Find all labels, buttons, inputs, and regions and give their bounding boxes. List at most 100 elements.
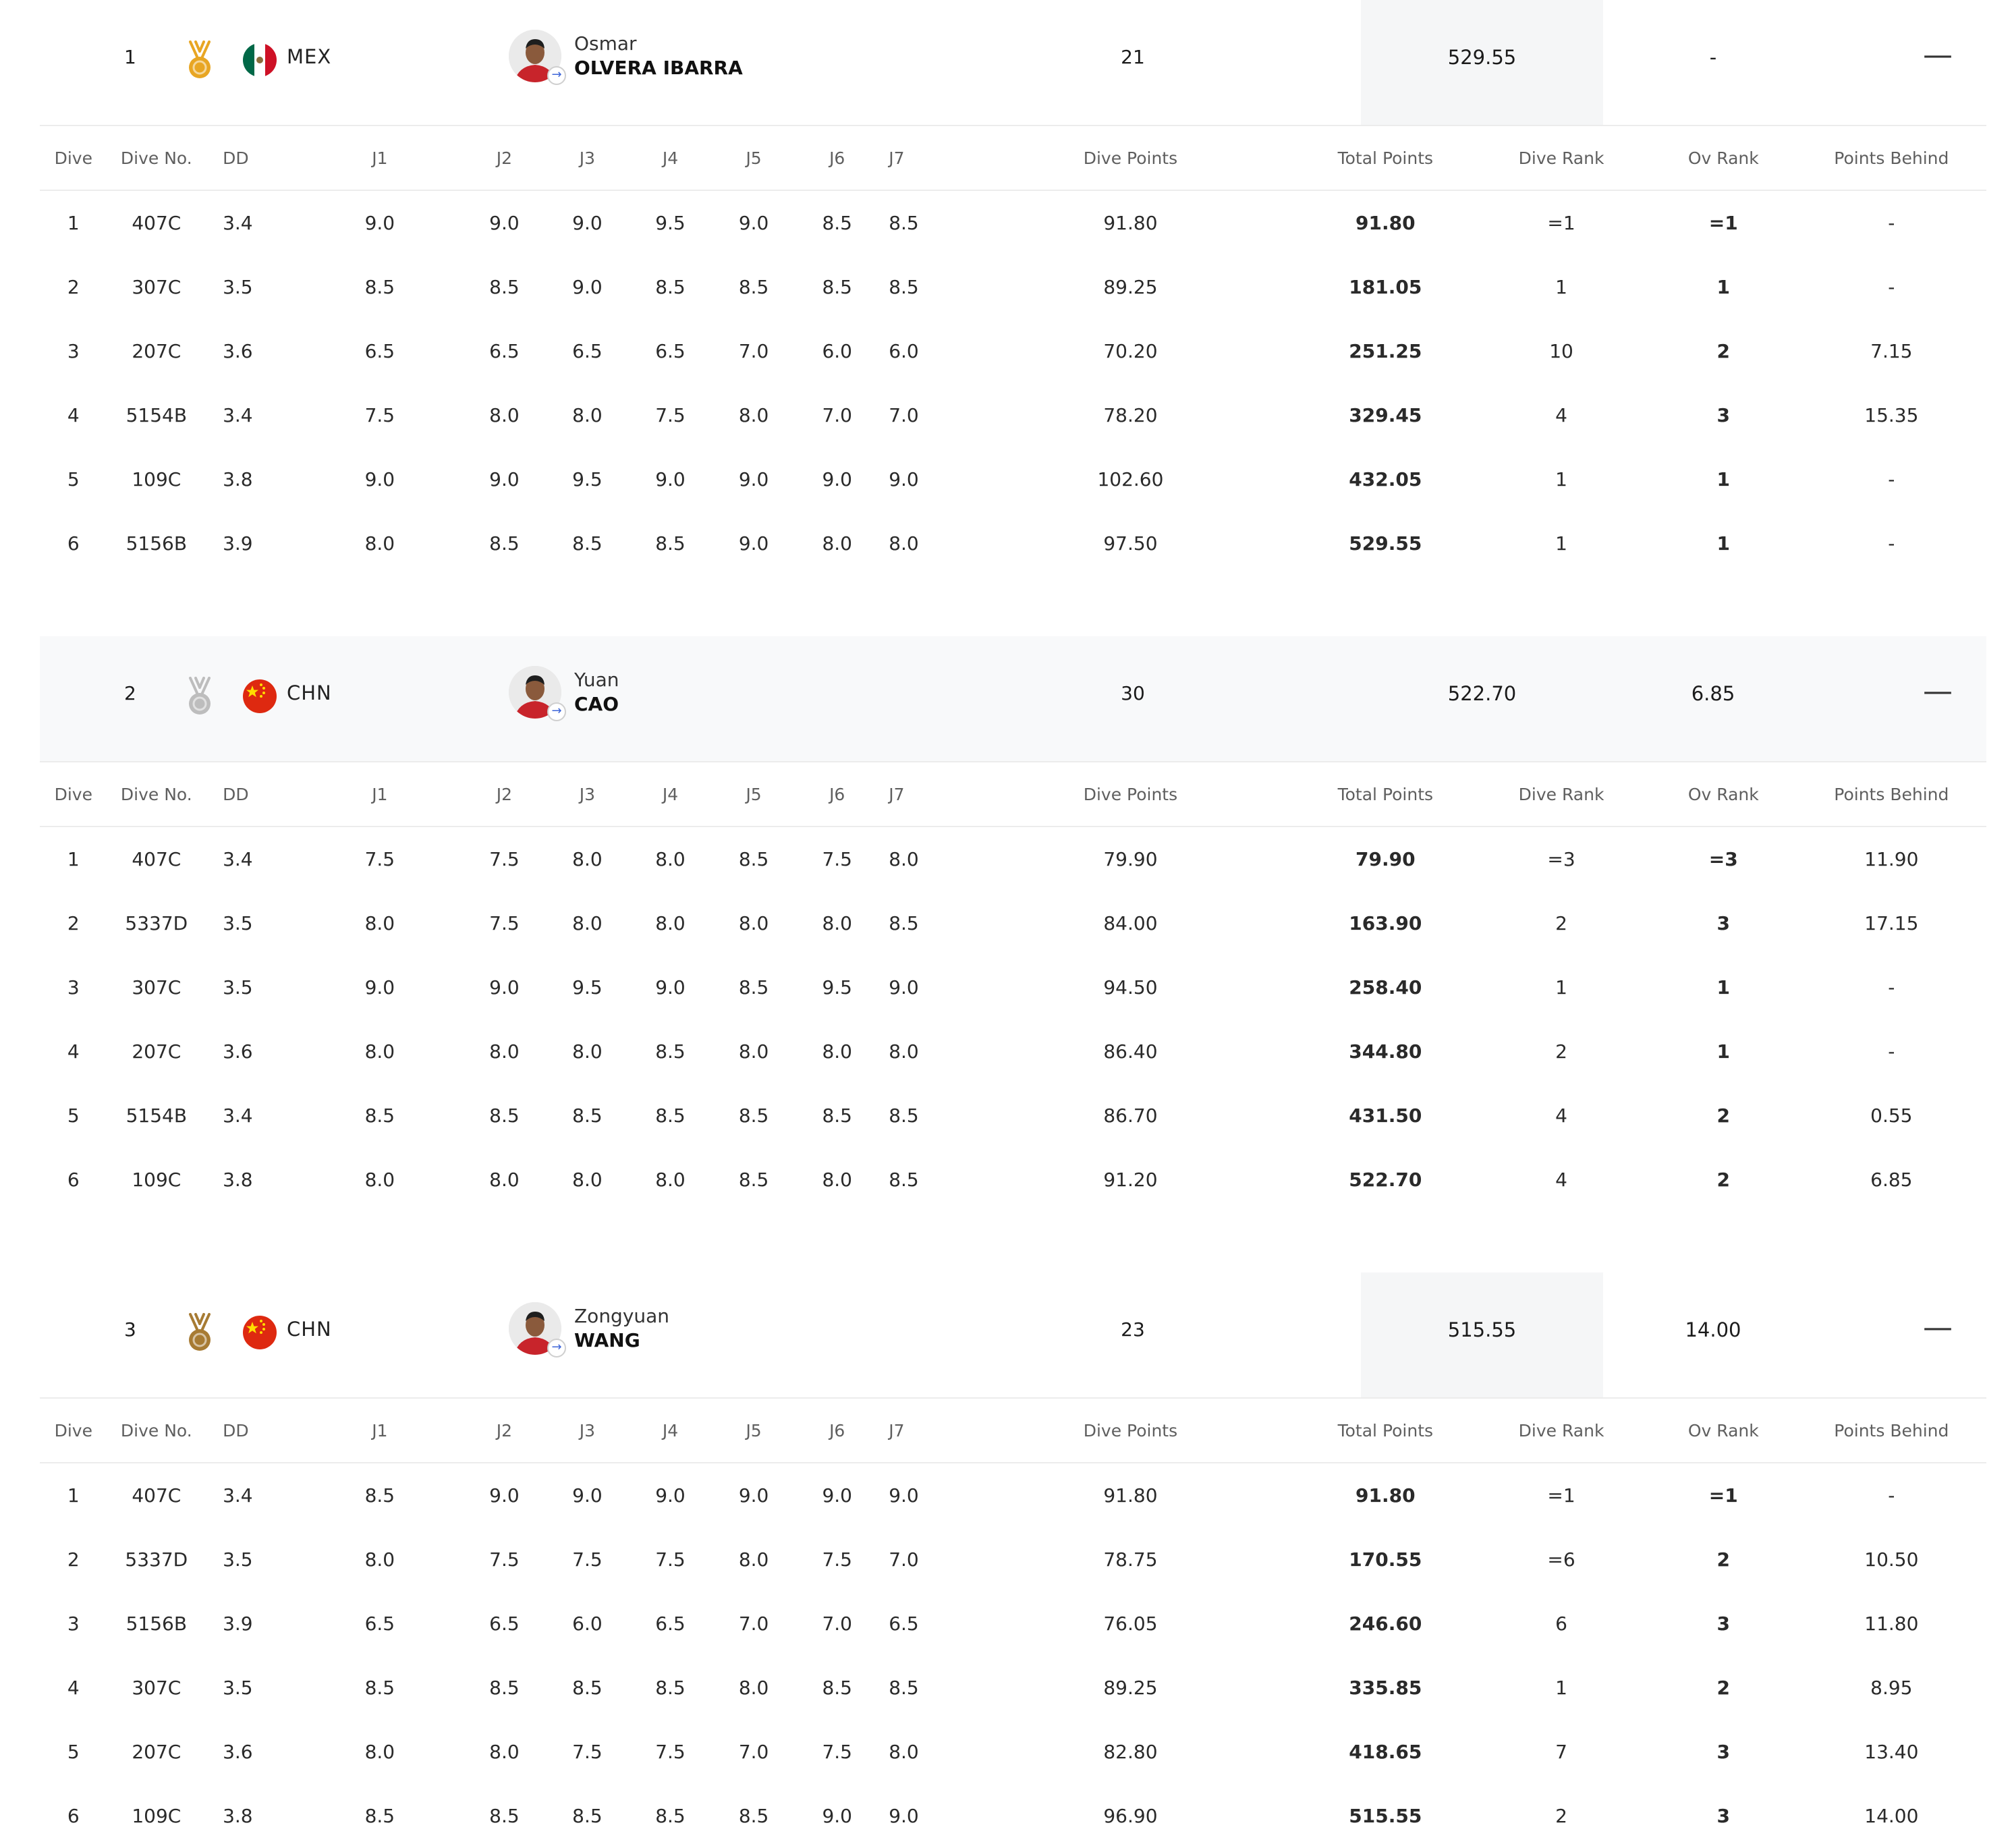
dive-cell: 307C: [132, 276, 181, 298]
dive-cell: 3.8: [223, 468, 253, 491]
dive-cell: 86.70: [1103, 1104, 1158, 1127]
column-header: J7: [878, 126, 963, 191]
athlete-summary-row[interactable]: 3 CHN → Zongyuan WANG 23 515.55 14.00 —: [40, 1272, 1986, 1399]
athlete-last-name[interactable]: WANG: [574, 1329, 640, 1351]
column-header: Total Points: [1298, 1399, 1473, 1463]
dive-cell: 6.5: [489, 340, 520, 362]
collapse-toggle-button[interactable]: —: [1920, 671, 1955, 712]
athlete-profile-arrow-icon[interactable]: →: [547, 1339, 566, 1357]
dive-cell: -: [1888, 212, 1895, 234]
dive-cell: 3.9: [223, 532, 253, 555]
total-points: 515.55: [1447, 1318, 1517, 1341]
dive-cell: 2: [1716, 340, 1731, 362]
dive-cell: 8.0: [489, 1741, 520, 1763]
dive-cell: 70.20: [1103, 340, 1158, 362]
column-header: J6: [795, 126, 879, 191]
dive-row: 6 5156B 3.9 8.0 8.5 8.5 8.5 9.0 8.0 8.0 97.50 529.5…: [40, 511, 1986, 576]
dive-row: 6 109C 3.8 8.0 8.0 8.0 8.0 8.5 8.0 8.5 91.20 522.70…: [40, 1148, 1986, 1212]
dive-cell: 258.40: [1349, 976, 1422, 999]
dive-cell: 207C: [132, 340, 181, 362]
dive-cell: 6.5: [364, 1613, 395, 1635]
dive-cell: 8.5: [364, 1484, 395, 1507]
dive-cell: =1: [1547, 212, 1575, 234]
dive-cell: 432.05: [1349, 468, 1422, 491]
dive-cell: 3.5: [223, 276, 253, 298]
column-header: J1: [296, 762, 463, 827]
dive-cell: 1: [1555, 976, 1567, 999]
column-header: Dive Rank: [1472, 762, 1650, 827]
dive-cell: 8.5: [738, 1104, 769, 1127]
dive-cell: 7.5: [655, 1548, 686, 1571]
dive-cell: 1: [1555, 532, 1567, 555]
column-header: Ov Rank: [1650, 1399, 1797, 1463]
dive-cell: 7.5: [364, 848, 395, 870]
dive-cell: 17.15: [1864, 912, 1919, 934]
dive-cell: 307C: [132, 1677, 181, 1699]
dive-cell: 3.9: [223, 1613, 253, 1635]
dive-cell: 8.5: [655, 1104, 686, 1127]
dive-details-table: Dive Dive No. DD J1 J2 J3 J4 J5 J6 J7 Dive Points T…: [40, 762, 1986, 1212]
dive-row: 1 407C 3.4 9.0 9.0 9.0 9.5 9.0 8.5 8.5 91.80 91.80 =…: [40, 190, 1986, 255]
rank: 1: [124, 46, 136, 68]
dive-cell: 1: [1555, 468, 1567, 491]
athlete-summary-row[interactable]: 1 MEX → Osmar OLVERA IBARRA 21 529.55 - —: [40, 0, 1986, 126]
dive-cell: 8.0: [572, 1040, 603, 1063]
athlete-block: 1 MEX → Osmar OLVERA IBARRA 21 529.55- — Dive D…: [40, 0, 1986, 636]
dive-cell: 1: [1716, 532, 1731, 555]
column-header: J2: [462, 1399, 546, 1463]
dive-cell: 7.5: [572, 1548, 603, 1571]
athlete-first-name[interactable]: Zongyuan: [574, 1305, 669, 1327]
athlete-summary-row[interactable]: 2 CHN → Yuan CAO 30 522.70 6.85 —: [40, 636, 1986, 762]
dive-cell: 181.05: [1349, 276, 1422, 298]
athlete-last-name[interactable]: CAO: [574, 693, 619, 715]
dive-cell: 8.0: [738, 1677, 769, 1699]
dive-cell: -: [1888, 276, 1895, 298]
dive-cell: 91.80: [1356, 1484, 1416, 1507]
dive-cell: 3: [1716, 404, 1731, 426]
dive-cell: 9.0: [889, 1484, 919, 1507]
dive-cell: 8.0: [489, 1169, 520, 1191]
dive-cell: 7.5: [572, 1741, 603, 1763]
dive-cell: 76.05: [1103, 1613, 1158, 1635]
dive-cell: 8.5: [822, 1677, 852, 1699]
athlete-first-name[interactable]: Osmar: [574, 32, 637, 55]
dive-cell: 8.5: [889, 1169, 919, 1191]
dive-cell: 207C: [132, 1741, 181, 1763]
athlete-profile-arrow-icon[interactable]: →: [547, 66, 566, 85]
dive-cell: 7.0: [822, 404, 852, 426]
athlete-first-name[interactable]: Yuan: [574, 669, 619, 691]
dive-row: 4 307C 3.5 8.5 8.5 8.5 8.5 8.0 8.5 8.5 89.25 335.85…: [40, 1656, 1986, 1720]
athlete-profile-arrow-icon[interactable]: →: [547, 702, 566, 721]
dive-cell: 8.5: [822, 212, 852, 234]
athlete-last-name[interactable]: OLVERA IBARRA: [574, 57, 743, 79]
dive-cell: 1: [1555, 1677, 1567, 1699]
dive-cell: 6.5: [889, 1613, 919, 1635]
athlete-block: 3 CHN → Zongyuan WANG 23 515.55 14.00— Dive Div…: [40, 1272, 1986, 1848]
dive-cell: 4: [67, 404, 80, 426]
dive-cell: 9.0: [489, 468, 520, 491]
column-header: Dive: [40, 1399, 107, 1463]
dive-cell: 9.0: [655, 468, 686, 491]
silver-medal-icon: [185, 677, 215, 717]
collapse-toggle-button[interactable]: —: [1920, 35, 1955, 76]
dive-cell: 344.80: [1349, 1040, 1422, 1063]
dive-row: 5 207C 3.6 8.0 8.0 7.5 7.5 7.0 7.5 8.0 82.80 418.65…: [40, 1720, 1986, 1784]
dive-cell: 6.5: [655, 340, 686, 362]
dive-cell: 2: [67, 912, 80, 934]
collapse-toggle-button[interactable]: —: [1920, 1308, 1955, 1348]
dive-cell: 102.60: [1097, 468, 1164, 491]
column-header: J4: [628, 1399, 712, 1463]
dive-cell: 5337D: [125, 1548, 188, 1571]
dive-header-row: Dive Dive No. DD J1 J2 J3 J4 J5 J6 J7 Dive Points T…: [40, 762, 1986, 827]
column-header: J7: [878, 1399, 963, 1463]
dive-row: 6 109C 3.8 8.5 8.5 8.5 8.5 8.5 9.0 9.0 96.90 515.55…: [40, 1784, 1986, 1848]
dive-header-row: Dive Dive No. DD J1 J2 J3 J4 J5 J6 J7 Dive Points T…: [40, 1399, 1986, 1463]
dive-cell: 8.0: [889, 848, 919, 870]
points-behind: 14.00: [1685, 1318, 1741, 1341]
dive-cell: 7: [1555, 1741, 1567, 1763]
dive-cell: 91.20: [1103, 1169, 1158, 1191]
column-header: J3: [545, 762, 629, 827]
dive-cell: 8.0: [738, 404, 769, 426]
dive-cell: =3: [1547, 848, 1575, 870]
dive-cell: 207C: [132, 1040, 181, 1063]
